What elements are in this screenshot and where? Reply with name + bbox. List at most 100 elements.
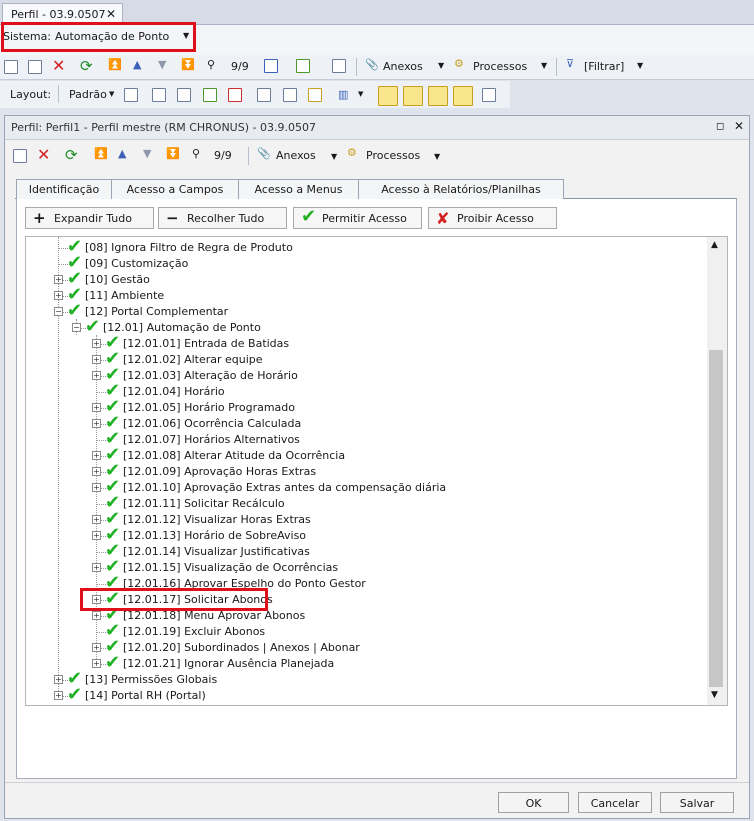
binoculars-icon[interactable]: ⚲ xyxy=(192,147,200,160)
restore-icon[interactable]: ◻ xyxy=(716,121,724,132)
previous-record-icon[interactable]: ▲ xyxy=(118,147,126,160)
layout-copy-icon[interactable] xyxy=(152,88,166,102)
gear-icon[interactable]: ⚙ xyxy=(454,57,464,70)
layout-export-icon[interactable] xyxy=(228,88,242,102)
paperclip-icon[interactable]: 📎 xyxy=(365,58,379,71)
processos-button[interactable]: Processos xyxy=(366,149,420,162)
tree-item[interactable]: + ✔ [12.01.02] Alterar equipe xyxy=(26,348,706,369)
processos-dropdown-icon[interactable]: ▼ xyxy=(434,152,440,161)
tree-item[interactable]: + ✔ [12.01.05] Horário Programado xyxy=(26,396,706,417)
expand-icon[interactable]: + xyxy=(92,643,101,652)
cancel-button[interactable]: Cancelar xyxy=(578,792,652,813)
expand-icon[interactable]: + xyxy=(54,291,63,300)
first-record-icon[interactable]: ⏫ xyxy=(94,147,108,160)
tree-item[interactable]: ✔ [12.01.11] Solicitar Recálculo xyxy=(26,492,706,513)
tree-item[interactable]: + ✔ [13] Permissões Globais xyxy=(26,668,706,689)
tree-item[interactable]: − ✔ [12.01] Automação de Ponto xyxy=(26,316,706,337)
expand-icon[interactable]: + xyxy=(92,659,101,668)
ok-button[interactable]: OK xyxy=(498,792,569,813)
tree-item[interactable]: ✔ [12.01.04] Horário xyxy=(26,380,706,401)
view-list-icon[interactable] xyxy=(378,86,398,106)
check-icon[interactable]: ✔ xyxy=(67,684,82,705)
expand-icon[interactable]: + xyxy=(92,467,101,476)
close-window-icon[interactable]: ✕ xyxy=(734,119,744,133)
tree-item[interactable]: + ✔ [11] Ambiente xyxy=(26,284,706,305)
binoculars-icon[interactable]: ⚲ xyxy=(207,58,215,71)
refresh-icon[interactable]: ⟳ xyxy=(80,57,93,75)
delete-icon[interactable]: ✕ xyxy=(37,145,50,164)
tree-item[interactable]: + ✔ [12.01.01] Entrada de Batidas xyxy=(26,332,706,353)
refresh-icon[interactable]: ⟳ xyxy=(65,146,78,164)
anexos-dropdown-icon[interactable]: ▼ xyxy=(331,152,337,161)
anexos-button[interactable]: Anexos xyxy=(383,60,423,73)
chart-icon[interactable]: ▥ xyxy=(338,88,348,101)
tree-item[interactable]: + ✔ [12.01.09] Aprovação Horas Extras xyxy=(26,460,706,481)
expand-icon[interactable]: + xyxy=(92,355,101,364)
filtrar-dropdown-icon[interactable]: ▼ xyxy=(637,61,643,70)
layout-dropdown-icon[interactable]: ▼ xyxy=(109,90,114,98)
close-icon[interactable]: ✕ xyxy=(106,7,116,21)
next-record-icon[interactable]: ▼ xyxy=(143,147,151,160)
filter-icon[interactable]: ⊽ xyxy=(566,57,574,70)
tab-identificacao[interactable]: Identificação xyxy=(16,179,112,199)
tab-acesso-campos[interactable]: Acesso a Campos xyxy=(111,179,239,199)
collapse-icon[interactable]: − xyxy=(72,323,81,332)
scroll-up-icon[interactable]: ▲ xyxy=(711,240,718,250)
expand-icon[interactable]: + xyxy=(54,275,63,284)
check-icon[interactable]: ✔ xyxy=(105,652,120,673)
tree-item[interactable]: + ✔ [12.01.03] Alteração de Horário xyxy=(26,364,706,385)
first-record-icon[interactable]: ⏫ xyxy=(108,58,122,71)
expand-icon[interactable]: + xyxy=(92,403,101,412)
scroll-down-icon[interactable]: ▼ xyxy=(711,690,718,700)
print-icon[interactable] xyxy=(332,59,346,73)
tab-acesso-relatorios[interactable]: Acesso à Relatórios/Planilhas xyxy=(358,179,564,199)
tree-item[interactable]: + ✔ [12.01.15] Visualização de Ocorrências xyxy=(26,556,706,577)
tree-item[interactable]: + ✔ [12.01.08] Alterar Atitude da Ocorrênc… xyxy=(26,444,706,465)
last-record-icon[interactable]: ⏬ xyxy=(181,58,195,71)
processos-button[interactable]: Processos xyxy=(473,60,527,73)
tree-item[interactable]: ✔ [12.01.14] Visualizar Justificativas xyxy=(26,540,706,561)
view-detail-icon[interactable] xyxy=(403,86,423,106)
expand-icon[interactable]: + xyxy=(92,419,101,428)
deny-access-button[interactable]: ✘ Proibir Acesso xyxy=(428,207,557,229)
chart-dropdown-icon[interactable]: ▼ xyxy=(358,90,363,98)
check-icon[interactable]: ✔ xyxy=(85,316,100,337)
tree-item[interactable]: + ✔ [12.01.12] Visualizar Horas Extras xyxy=(26,508,706,529)
tree-item[interactable]: + ✔ [10] Gestão xyxy=(26,268,706,289)
tree-item[interactable]: + ✔ [12.01.10] Aprovação Extras antes da c… xyxy=(26,476,706,497)
font-icon[interactable] xyxy=(482,88,496,102)
anexos-dropdown-icon[interactable]: ▼ xyxy=(438,61,444,70)
export-icon[interactable] xyxy=(296,59,310,73)
sort-icon[interactable] xyxy=(257,88,271,102)
allow-access-button[interactable]: ✔ Permitir Acesso xyxy=(293,206,422,229)
tree-item[interactable]: + ✔ [12.01.06] Ocorrência Calculada xyxy=(26,412,706,433)
expand-icon[interactable]: + xyxy=(54,675,63,684)
expand-icon[interactable]: + xyxy=(92,483,101,492)
delete-icon[interactable]: ✕ xyxy=(52,56,65,75)
filtrar-button[interactable]: [Filtrar] xyxy=(584,60,624,73)
edit-icon[interactable] xyxy=(28,60,42,74)
expand-icon[interactable]: + xyxy=(92,531,101,540)
layout-columns-icon[interactable] xyxy=(177,88,191,102)
next-record-icon[interactable]: ▼ xyxy=(158,58,166,71)
tree-item[interactable]: + ✔ [12.01.21] Ignorar Ausência Planejada xyxy=(26,652,706,673)
anexos-button[interactable]: Anexos xyxy=(276,149,316,162)
expand-all-button[interactable]: + Expandir Tudo xyxy=(25,207,154,229)
tree-item[interactable]: + ✔ [14] Portal RH (Portal) xyxy=(26,684,706,705)
scrollbar-thumb[interactable] xyxy=(709,350,723,687)
layout-select[interactable]: Padrão xyxy=(69,88,107,101)
new-icon[interactable] xyxy=(13,149,27,163)
view-form-icon[interactable] xyxy=(428,86,448,106)
gear-icon[interactable]: ⚙ xyxy=(347,146,357,159)
tree-item[interactable]: + ✔ [12.01.20] Subordinados | Anexos | Abo… xyxy=(26,636,706,657)
expand-icon[interactable]: + xyxy=(92,563,101,572)
expand-icon[interactable]: + xyxy=(92,611,101,620)
last-record-icon[interactable]: ⏬ xyxy=(166,147,180,160)
expand-icon[interactable]: + xyxy=(92,451,101,460)
tree-item[interactable]: + ✔ [12.01.13] Horário de SobreAviso xyxy=(26,524,706,545)
tree-item[interactable]: − ✔ [12] Portal Complementar xyxy=(26,300,706,321)
view-grid-icon[interactable] xyxy=(453,86,473,106)
expand-icon[interactable]: + xyxy=(92,339,101,348)
tree-item[interactable]: ✔ [12.01.07] Horários Alternativos xyxy=(26,428,706,449)
check-icon[interactable]: ✔ xyxy=(67,300,82,321)
